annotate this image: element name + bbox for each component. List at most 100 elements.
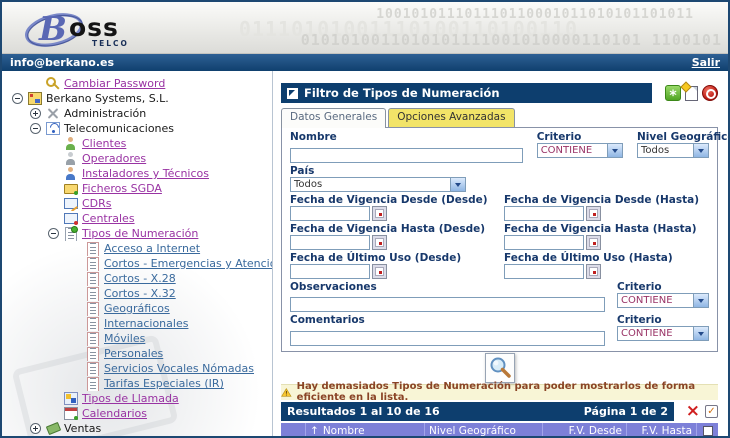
criterio-value: CONTIENE	[618, 295, 693, 306]
pais-select[interactable]: Todos	[290, 177, 466, 192]
sidebar-item[interactable]: Cortos - X.32	[104, 287, 176, 300]
fecha-label: Fecha de Último Uso (Desde)	[290, 252, 504, 264]
calls-icon	[64, 392, 78, 405]
observaciones-input[interactable]	[290, 297, 605, 312]
column-header-nombre[interactable]: ↑ Nombre	[305, 423, 424, 437]
fecha-ultimo-uso-desde-input[interactable]	[290, 264, 370, 279]
sidebar-item[interactable]: Cambiar Password	[64, 77, 165, 90]
comentarios-input[interactable]	[290, 331, 605, 346]
collapse-toggle-icon[interactable]	[48, 228, 59, 239]
icon-column-header	[281, 423, 305, 437]
sidebar-item[interactable]: Personales	[104, 347, 163, 360]
sidebar-item[interactable]: Clientes	[82, 137, 126, 150]
collapse-toggle-icon[interactable]	[30, 123, 41, 134]
fecha-vigencia-hasta-hasta-input[interactable]	[504, 235, 584, 250]
sidebar-item[interactable]: Ficheros SGDA	[82, 182, 162, 195]
tab-opciones-avanzadas[interactable]: Opciones Avanzadas	[388, 108, 514, 127]
observaciones-criterio-select[interactable]: CONTIENE	[617, 293, 709, 308]
sort-ascending-icon[interactable]: ↑	[310, 425, 319, 436]
sidebar-item[interactable]: Móviles	[104, 332, 145, 345]
sidebar-item[interactable]: Tipos de Llamada	[82, 392, 179, 405]
list-icon	[86, 317, 100, 330]
tree-row: CDRs	[2, 196, 272, 211]
sidebar-item[interactable]: Tarifas Especiales (IR)	[104, 377, 224, 390]
sidebar-item[interactable]: Tipos de Numeración	[82, 227, 198, 240]
collapse-toggle-icon[interactable]	[12, 93, 23, 104]
comentarios-criterio-select[interactable]: CONTIENE	[617, 326, 709, 341]
criterio-label: Criterio	[617, 281, 709, 293]
sidebar-item[interactable]: Internacionales	[104, 317, 188, 330]
sidebar-item[interactable]: Telecomunicaciones	[64, 122, 174, 135]
clean-filter-icon[interactable]: *	[665, 85, 681, 101]
column-header-nivel-geografico[interactable]: Nivel Geográfico	[424, 423, 542, 437]
column-header-fv-desde[interactable]: F.V. Desde	[542, 423, 626, 437]
chevron-down-icon	[693, 327, 708, 340]
chevron-down-icon	[693, 294, 708, 307]
collapse-panel-icon[interactable]	[287, 88, 298, 99]
fecha-vigencia-hasta-desde-input[interactable]	[290, 235, 370, 250]
select-all-icon[interactable]: ✓	[705, 405, 718, 418]
sidebar-item[interactable]: Acceso a Internet	[104, 242, 200, 255]
fecha-vigencia-desde-desde-input[interactable]	[290, 206, 370, 221]
tree-row: Cambiar Password	[2, 76, 272, 91]
list-icon	[86, 287, 100, 300]
expand-toggle-icon[interactable]	[30, 108, 41, 119]
sidebar-item[interactable]: Calendarios	[82, 407, 147, 420]
column-header-fv-hasta[interactable]: F.V. Hasta	[626, 423, 696, 437]
nombre-input[interactable]	[290, 148, 523, 163]
filter-tabs: Datos Generales Opciones Avanzadas	[281, 108, 718, 127]
tree-row: Clientes	[2, 136, 272, 151]
tree-row: Administración	[2, 106, 272, 121]
session-bar: info@berkano.es Salir	[2, 54, 728, 71]
clear-list-icon[interactable]: ×	[686, 403, 700, 419]
boss-telco-logo: B oss TELCO	[22, 5, 172, 54]
calendar-icon	[64, 407, 78, 420]
select-all-checkbox[interactable]	[703, 426, 713, 436]
criterio-value: CONTIENE	[618, 328, 693, 339]
sidebar-item[interactable]: Berkano Systems, S.L.	[46, 92, 169, 105]
column-label: Nombre	[323, 425, 365, 436]
expand-toggle-icon[interactable]	[30, 423, 41, 434]
nivel-value: Todos	[638, 145, 693, 156]
sidebar-item[interactable]: Cortos - X.28	[104, 272, 176, 285]
list-icon	[86, 302, 100, 315]
logout-link[interactable]: Salir	[692, 56, 720, 69]
calendar-picker-icon[interactable]	[372, 264, 387, 279]
sidebar-item[interactable]: CDRs	[82, 197, 112, 210]
sidebar-item[interactable]: Servicios Vocales Nómadas	[104, 362, 254, 375]
tab-datos-generales[interactable]: Datos Generales	[281, 108, 386, 128]
sidebar-item[interactable]: Ventas	[64, 422, 101, 435]
calendar-picker-icon[interactable]	[586, 264, 601, 279]
close-power-icon[interactable]	[702, 85, 718, 101]
calendar-picker-icon[interactable]	[372, 206, 387, 221]
sidebar-item[interactable]: Geográficos	[104, 302, 170, 315]
calendar-picker-icon[interactable]	[586, 206, 601, 221]
tree-row: Acceso a Internet	[2, 241, 272, 256]
criterio-select[interactable]: CONTIENE	[537, 143, 623, 158]
sidebar-item[interactable]: Centrales	[82, 212, 135, 225]
app-window: B oss TELCO 01110101001110100110100110 1…	[0, 0, 730, 438]
calendar-picker-icon[interactable]	[372, 235, 387, 250]
sidebar-item[interactable]: Instaladores y Técnicos	[82, 167, 209, 180]
tools-icon	[46, 107, 60, 120]
chevron-down-icon	[607, 144, 622, 157]
sidebar-item[interactable]: Cortos - Emergencias y Atención Ciu	[104, 257, 272, 270]
tree-row: Tarifas Especiales (IR)	[2, 376, 272, 391]
binary-decoration: 100101011101110110001011010101101011	[376, 7, 694, 22]
new-filter-icon[interactable]	[685, 86, 698, 101]
sidebar-item[interactable]: Administración	[64, 107, 146, 120]
results-table-header: ↑ Nombre Nivel Geográfico F.V. Desde F.V…	[281, 423, 718, 437]
column-label: F.V. Hasta	[641, 425, 692, 436]
tree-row: Telecomunicaciones	[2, 121, 272, 136]
company-icon	[28, 92, 42, 105]
navigation-tree: Cambiar Password Berkano Systems, S.L. Adm…	[2, 71, 273, 436]
fecha-vigencia-desde-hasta-input[interactable]	[504, 206, 584, 221]
calendar-picker-icon[interactable]	[586, 235, 601, 250]
sidebar-item[interactable]: Operadores	[82, 152, 146, 165]
nivel-geografico-select[interactable]: Todos	[637, 143, 709, 158]
results-header: Resultados 1 al 10 de 16 Página 1 de 2	[281, 402, 674, 421]
fecha-ultimo-uso-hasta-input[interactable]	[504, 264, 584, 279]
search-button[interactable]	[485, 353, 515, 383]
tree-row: Geográficos	[2, 301, 272, 316]
tree-row: Tipos de Llamada	[2, 391, 272, 406]
